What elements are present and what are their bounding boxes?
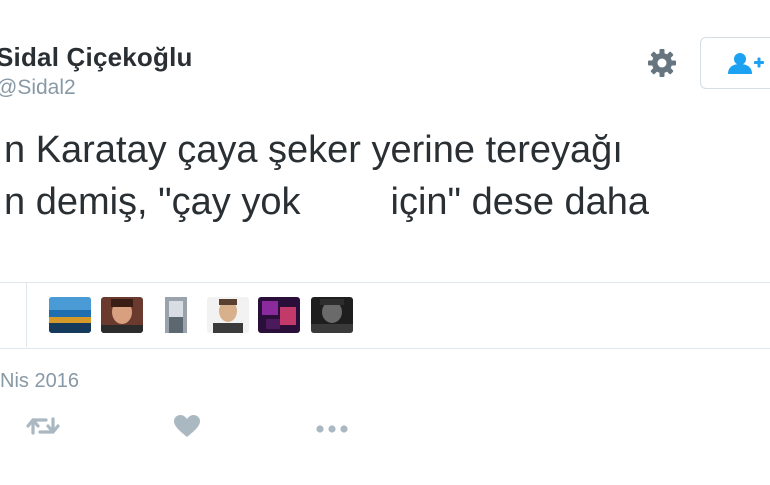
avatar-5[interactable] [258, 297, 300, 333]
tweet-card: Sidal Çiçekoğlu @Sidal2 n Karatay çaya ş… [0, 0, 770, 485]
divider [26, 283, 27, 347]
tweet-text-segment: n demiş, "çay yok [4, 181, 301, 223]
display-name[interactable]: Sidal Çiçekoğlu [0, 42, 193, 73]
divider [0, 348, 770, 349]
gear-icon[interactable] [644, 45, 680, 81]
retweet-icon[interactable] [26, 414, 60, 443]
tweet-text-line-2: n demiş, "çay yok için" dese daha [4, 176, 649, 228]
tweet-text-segment: için" dese daha [390, 181, 650, 223]
avatar-6[interactable] [311, 297, 353, 333]
divider [0, 282, 770, 283]
more-icon[interactable] [314, 414, 350, 443]
avatar-4[interactable] [207, 297, 249, 333]
follow-button[interactable] [700, 37, 770, 89]
tweet-text-line-1: n Karatay çaya şeker yerine tereyağı [4, 129, 623, 171]
heart-icon[interactable] [173, 414, 201, 443]
user-handle[interactable]: @Sidal2 [0, 76, 76, 100]
avatar-2[interactable] [101, 297, 143, 333]
avatar-1[interactable] [49, 297, 91, 333]
avatar-3[interactable] [159, 297, 201, 333]
tweet-date[interactable]: Nis 2016 [0, 370, 79, 393]
add-user-icon [728, 53, 764, 74]
